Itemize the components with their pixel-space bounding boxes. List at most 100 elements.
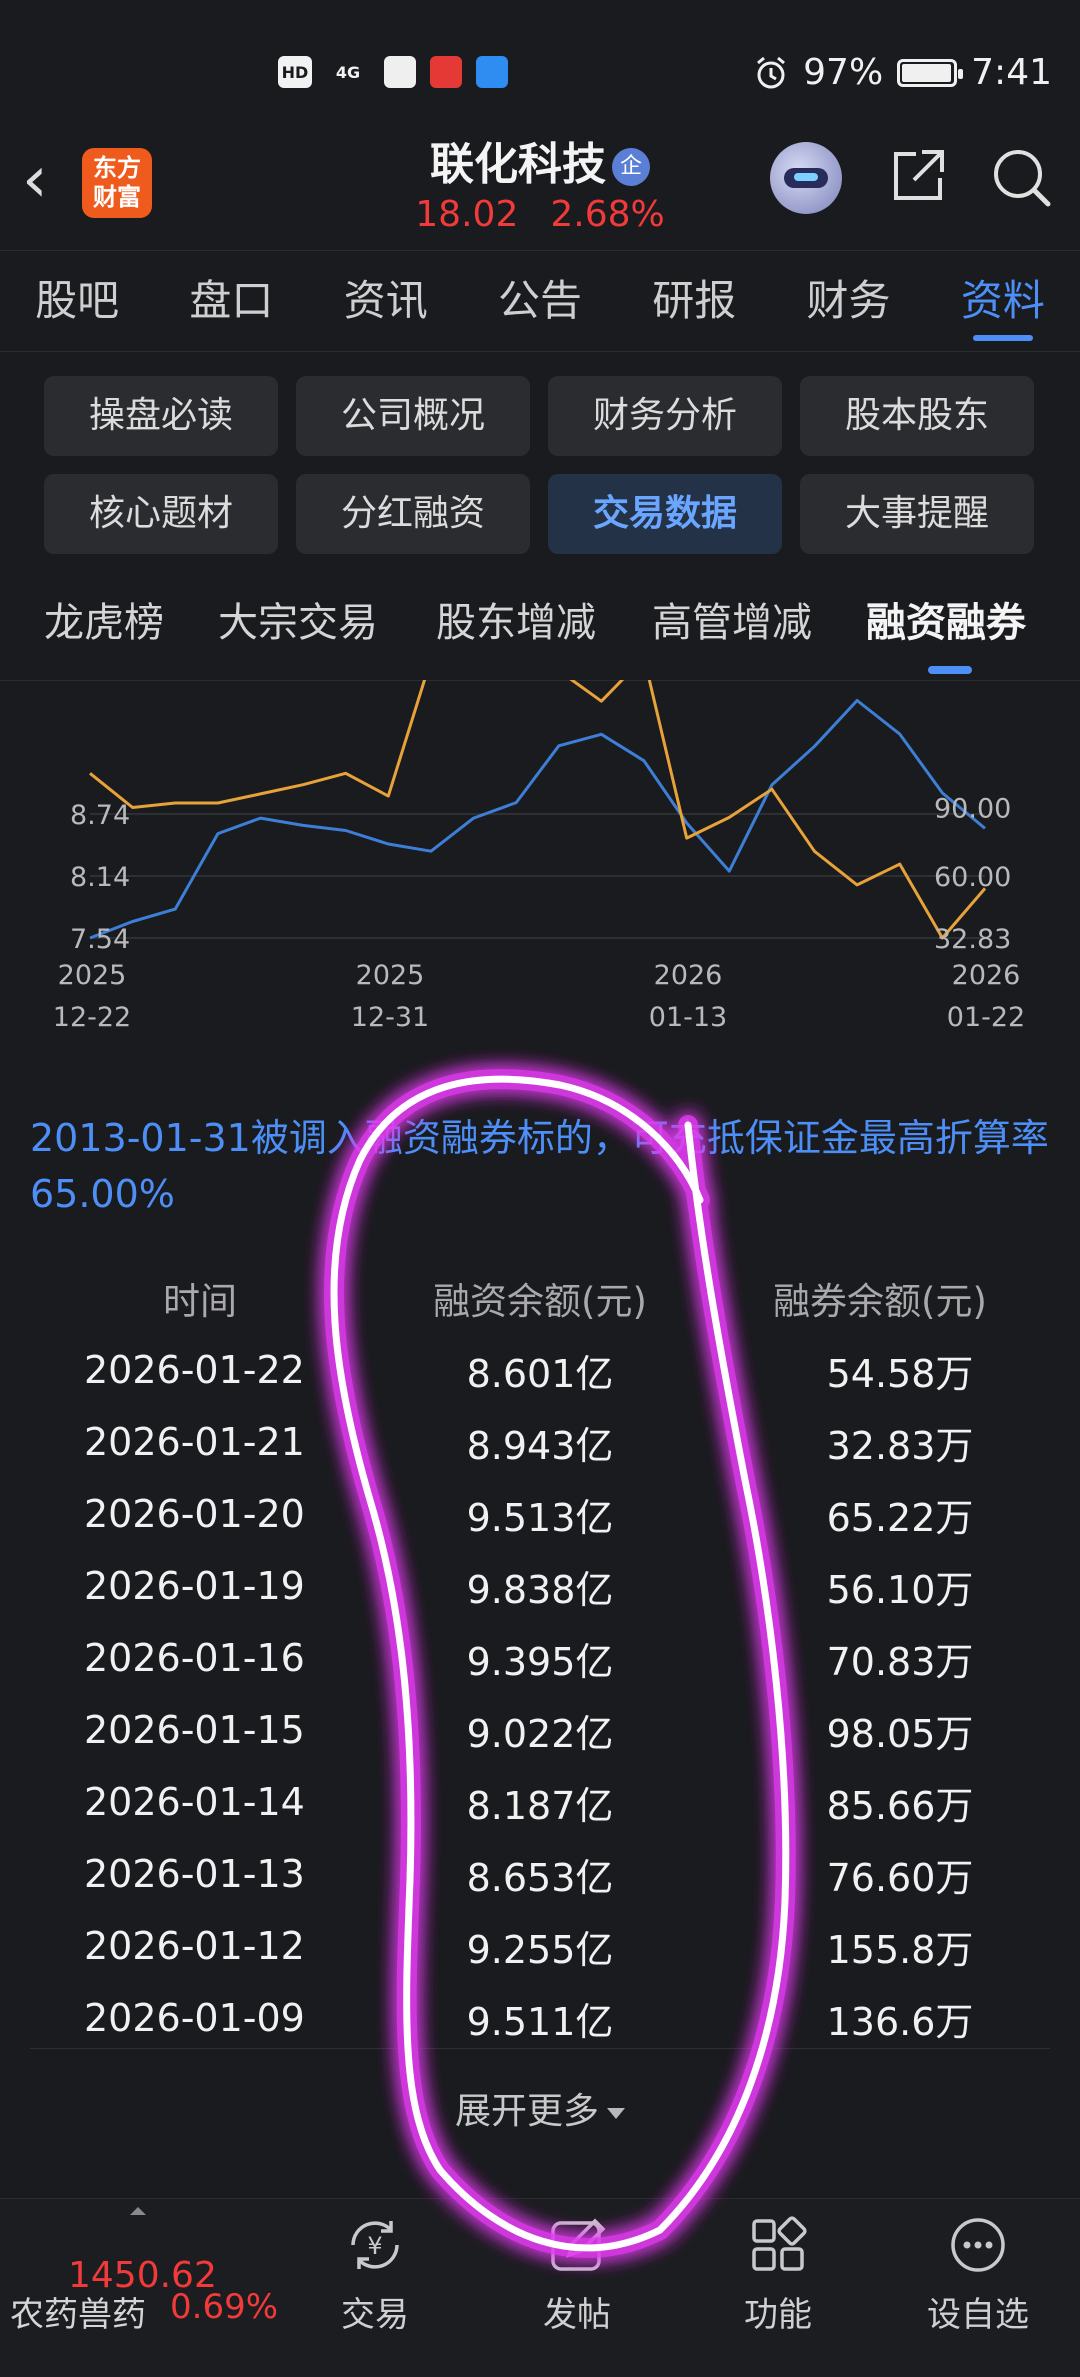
x-axis-tick: 01-13	[649, 1002, 727, 1033]
sub-tab-4[interactable]: 高管增减	[652, 590, 812, 648]
financing-balance-cell: 8.653亿	[370, 1847, 710, 1902]
info-button-4[interactable]: 股本股东	[800, 376, 1034, 456]
date-cell: 2026-01-21	[30, 1420, 370, 1464]
sub-tab-5[interactable]: 融资融券	[866, 590, 1026, 648]
table-row: 2026-01-138.653亿76.60万	[30, 1838, 1050, 1910]
caret-up-icon[interactable]	[130, 2207, 146, 2215]
stock-change-pct: 2.68%	[550, 194, 664, 235]
search-icon[interactable]	[990, 146, 1054, 210]
tab-4[interactable]: 公告	[463, 251, 617, 351]
trade-button[interactable]: ¥ 交易	[305, 2213, 445, 2336]
expand-more-button[interactable]: 展开更多	[0, 2082, 1080, 2134]
left-axis-tick: 8.74	[70, 800, 130, 831]
securities-lending-balance-cell: 155.8万	[710, 1919, 1050, 1974]
tab-3[interactable]: 资讯	[309, 251, 463, 351]
enterprise-badge-icon: 企	[612, 148, 650, 186]
table-divider	[30, 2048, 1050, 2049]
function-button[interactable]: 功能	[708, 2213, 848, 2336]
margin-notice[interactable]: 2013-01-31被调入融资融券标的，可充抵保证金最高折算率65.00%	[30, 1110, 1050, 1222]
weather-icon	[476, 56, 508, 88]
status-icons-right: 97% 7:41	[753, 52, 1052, 93]
info-button-2[interactable]: 公司概况	[296, 376, 530, 456]
securities-lending-balance-cell: 54.58万	[710, 1343, 1050, 1398]
expand-more-label: 展开更多	[455, 2091, 599, 2132]
securities-lending-balance-cell: 32.83万	[710, 1415, 1050, 1470]
chevron-down-icon	[607, 2108, 625, 2119]
svg-text:¥: ¥	[367, 2232, 382, 2260]
series-line-1	[90, 701, 985, 939]
x-axis-tick: 12-31	[351, 1002, 429, 1033]
financing-balance-cell: 9.395亿	[370, 1631, 710, 1686]
table-row: 2026-01-159.022亿98.05万	[30, 1694, 1050, 1766]
info-button-8[interactable]: 大事提醒	[800, 474, 1034, 554]
post-label: 发帖	[507, 2287, 647, 2336]
tab-1[interactable]: 股吧	[0, 251, 154, 351]
sub-tab-2[interactable]: 大宗交易	[218, 590, 378, 648]
sub-tab-1[interactable]: 龙虎榜	[44, 590, 164, 648]
securities-lending-balance-cell: 76.60万	[710, 1847, 1050, 1902]
info-button-3[interactable]: 财务分析	[548, 376, 782, 456]
date-cell: 2026-01-16	[30, 1636, 370, 1680]
financing-balance-cell: 9.511亿	[370, 1991, 710, 2046]
right-axis-tick: 60.00	[934, 862, 1011, 893]
post-button[interactable]: 发帖	[507, 2213, 647, 2336]
col-date-header: 时间	[30, 1271, 370, 1325]
table-row: 2026-01-099.511亿136.6万	[30, 1982, 1050, 2054]
info-button-5[interactable]: 核心题材	[44, 474, 278, 554]
share-icon[interactable]	[888, 146, 948, 206]
date-cell: 2026-01-15	[30, 1708, 370, 1752]
col-securities-lending-header: 融券余额(元)	[710, 1271, 1050, 1325]
margin-trading-chart: 8.748.147.5490.0060.0032.83202512-222025…	[0, 680, 1080, 1050]
col-financing-header: 融资余额(元)	[370, 1271, 710, 1325]
info-button-7[interactable]: 交易数据	[548, 474, 782, 554]
info-button-1[interactable]: 操盘必读	[44, 376, 278, 456]
function-label: 功能	[708, 2287, 848, 2336]
status-bar: HD 4G 97% 7:41	[0, 0, 1080, 140]
ai-assistant-icon[interactable]	[770, 142, 842, 214]
status-icons-left: HD 4G	[278, 56, 508, 88]
table-row: 2026-01-148.187亿85.66万	[30, 1766, 1050, 1838]
battery-fill	[902, 64, 951, 82]
add-watchlist-button[interactable]: 设自选	[908, 2213, 1048, 2336]
grid-icon	[746, 2213, 810, 2277]
hd-icon: HD	[278, 56, 312, 88]
left-axis-tick: 7.54	[70, 924, 130, 955]
sub-tab-3[interactable]: 股东增减	[436, 590, 596, 648]
tab-7[interactable]: 资料	[926, 251, 1080, 351]
date-cell: 2026-01-19	[30, 1564, 370, 1608]
date-cell: 2026-01-20	[30, 1492, 370, 1536]
tab-2[interactable]: 盘口	[154, 251, 308, 351]
more-icon	[946, 2213, 1010, 2277]
x-axis-tick: 12-22	[53, 1002, 131, 1033]
stock-header: ‹ 东方 财富 联化科技企 18.022.68%	[0, 128, 1080, 248]
bottom-bar: 1450.62 农药兽药 0.69% ¥ 交易 发帖 功能 设自选	[0, 2198, 1080, 2377]
trade-label: 交易	[305, 2287, 445, 2336]
trade-icon: ¥	[343, 2213, 407, 2277]
date-cell: 2026-01-22	[30, 1348, 370, 1392]
signal-icon: 4G	[326, 56, 370, 88]
table-row: 2026-01-209.513亿65.22万	[30, 1478, 1050, 1550]
app-notification-icon	[430, 56, 462, 88]
sub-tab-indicator	[928, 666, 972, 674]
main-tabs: 股吧盘口资讯公告研报财务资料	[0, 250, 1080, 352]
securities-lending-balance-cell: 56.10万	[710, 1559, 1050, 1614]
sector-name[interactable]: 农药兽药	[10, 2287, 146, 2336]
clock: 7:41	[971, 52, 1052, 93]
securities-lending-balance-cell: 85.66万	[710, 1775, 1050, 1830]
stock-price: 18.02	[415, 194, 518, 235]
financing-balance-cell: 9.255亿	[370, 1919, 710, 1974]
securities-lending-balance-cell: 98.05万	[710, 1703, 1050, 1758]
date-cell: 2026-01-14	[30, 1780, 370, 1824]
info-button-6[interactable]: 分红融资	[296, 474, 530, 554]
tab-5[interactable]: 研报	[617, 251, 771, 351]
financing-balance-cell: 8.943亿	[370, 1415, 710, 1470]
right-axis-tick: 32.83	[934, 924, 1011, 955]
financing-balance-cell: 8.601亿	[370, 1343, 710, 1398]
margin-table: 时间 融资余额(元) 融券余额(元) 2026-01-228.601亿54.58…	[30, 1262, 1050, 2054]
stock-name: 联化科技	[430, 139, 606, 190]
tab-6[interactable]: 财务	[771, 251, 925, 351]
right-axis-tick: 90.00	[934, 794, 1011, 825]
table-row: 2026-01-199.838亿56.10万	[30, 1550, 1050, 1622]
sub-tabs: 龙虎榜大宗交易股东增减高管增减融资融券	[0, 570, 1080, 681]
battery-percent: 97%	[803, 52, 883, 93]
